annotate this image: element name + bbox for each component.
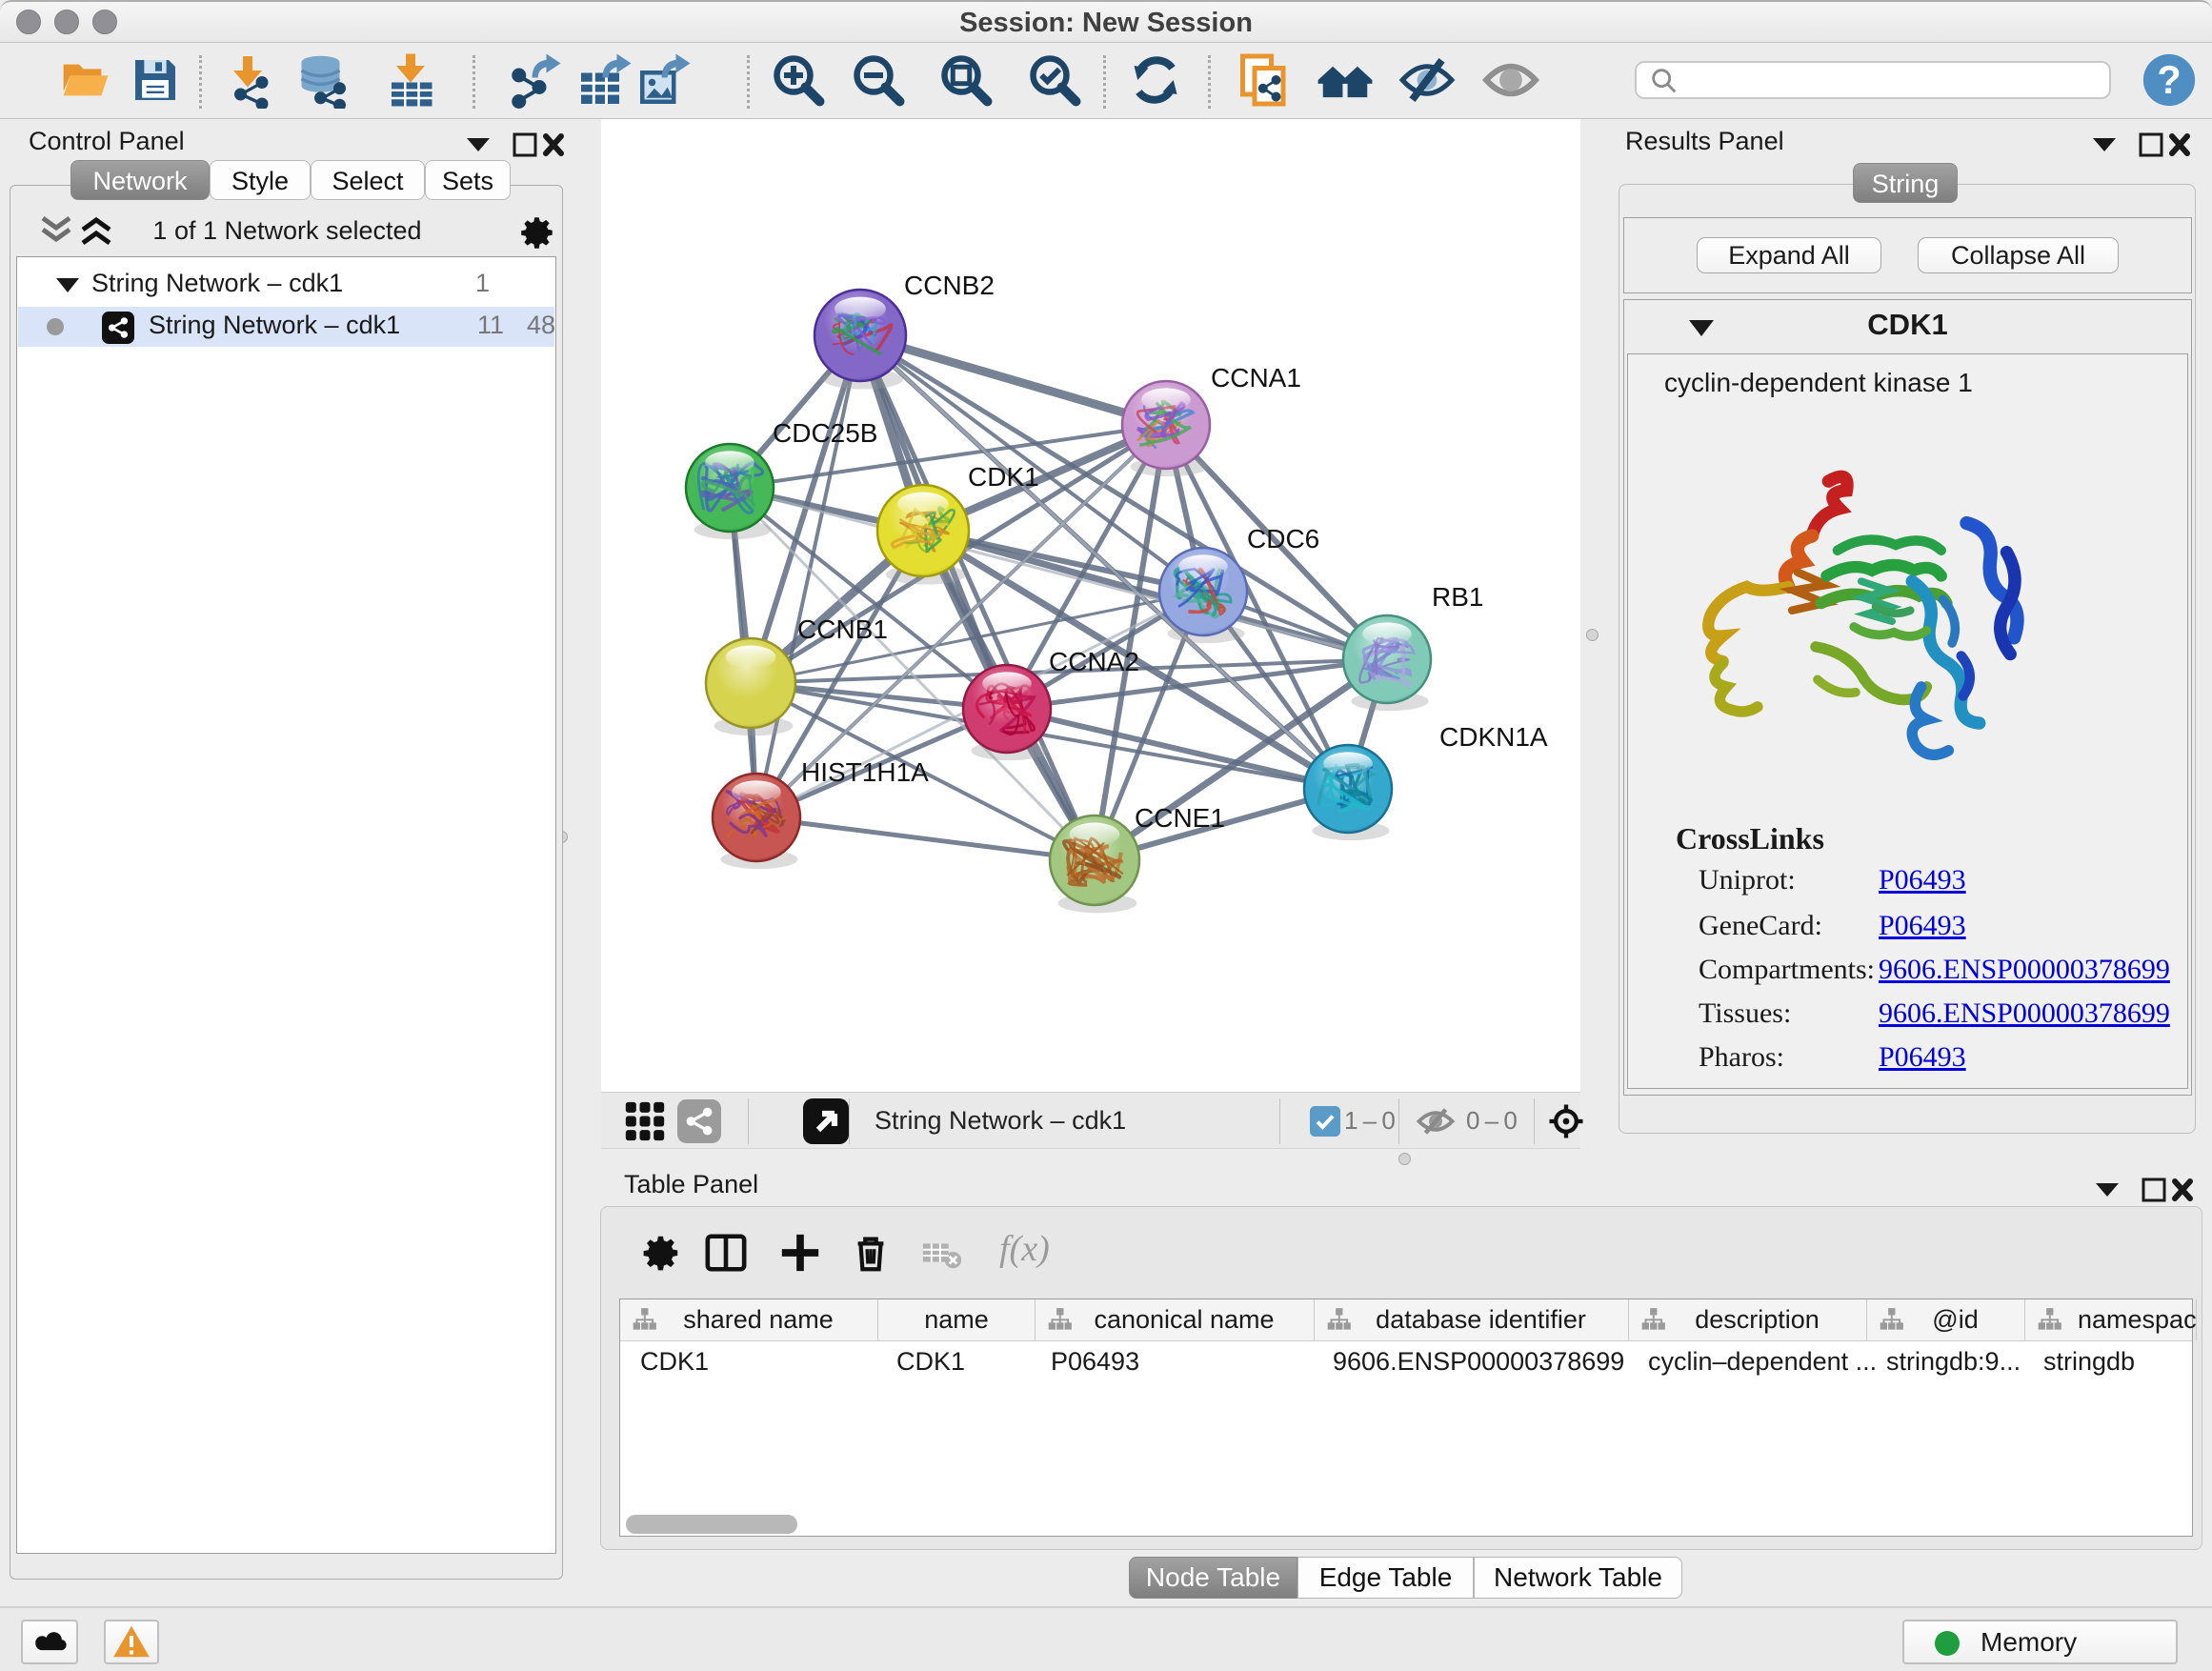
svg-text:CDC25B: CDC25B <box>773 418 877 448</box>
svg-text:CCNA2: CCNA2 <box>1049 647 1139 676</box>
svg-text:CCNB2: CCNB2 <box>904 271 995 300</box>
svg-text:CDKN1A: CDKN1A <box>1439 722 1548 752</box>
svg-text:RB1: RB1 <box>1432 582 1483 612</box>
svg-text:CCNA1: CCNA1 <box>1211 363 1301 393</box>
svg-text:CCNB1: CCNB1 <box>797 614 888 644</box>
svg-text:CDK1: CDK1 <box>968 462 1039 492</box>
svg-text:?: ? <box>2157 58 2181 102</box>
svg-text:CDC6: CDC6 <box>1247 524 1319 554</box>
svg-text:CCNE1: CCNE1 <box>1135 803 1225 833</box>
svg-text:HIST1H1A: HIST1H1A <box>801 757 929 787</box>
